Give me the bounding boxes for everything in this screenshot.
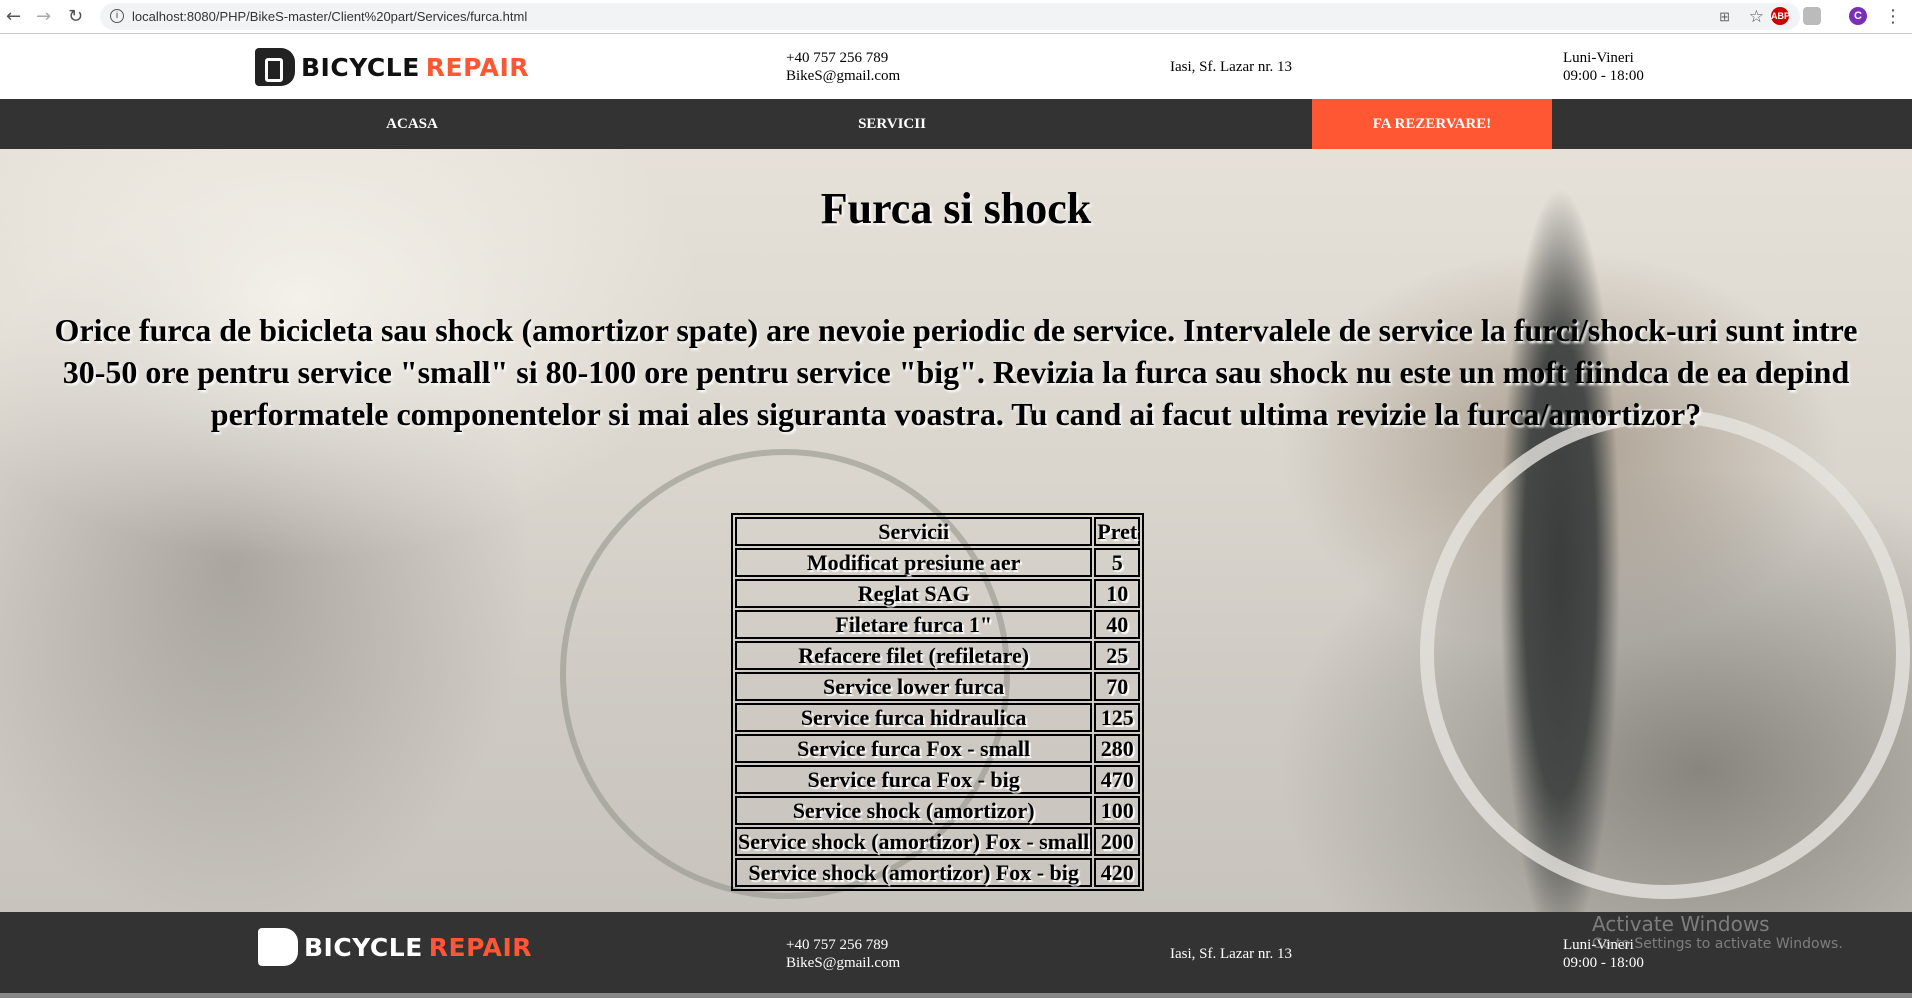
back-icon[interactable]: ← xyxy=(6,6,21,27)
phone: +40 757 256 789 xyxy=(786,50,889,66)
menu-icon[interactable]: ⋮ xyxy=(1884,6,1902,27)
service-price: 280 xyxy=(1094,734,1141,763)
background-wheel xyxy=(1420,409,1910,899)
days: Luni-Vineri xyxy=(1563,50,1634,66)
hours: 09:00 - 18:00 xyxy=(1563,68,1644,84)
url-text: localhost:8080/PHP/BikeS-master/Client%2… xyxy=(132,9,528,24)
info-icon[interactable]: i xyxy=(110,9,124,23)
email: BikeS@gmail.com xyxy=(786,955,901,971)
forward-icon[interactable]: → xyxy=(36,6,51,27)
table-row: Modificat presiune aer 5 xyxy=(735,548,1141,577)
email: BikeS@gmail.com xyxy=(786,68,901,84)
activation-watermark-title: Activate Windows xyxy=(1592,912,1770,936)
service-price: 125 xyxy=(1094,703,1141,732)
service-name: Service furca Fox - big xyxy=(735,765,1093,794)
table-row: Service shock (amortizor) 100 xyxy=(735,796,1141,825)
page-title: Furca si shock xyxy=(820,184,1092,233)
bookmark-star-icon[interactable]: ☆ xyxy=(1749,3,1764,30)
price-table: Servicii Pret Modificat presiune aer 5 Regl… xyxy=(731,513,1145,891)
service-price: 5 xyxy=(1094,548,1141,577)
site-header: BICYCLE REPAIR +40 757 256 789 BikeS@gmail… xyxy=(0,34,1912,99)
logo-word-2: REPAIR xyxy=(428,932,533,962)
table-row: Service shock (amortizor) Fox - big 420 xyxy=(735,858,1141,887)
table-row: Service furca Fox - small 280 xyxy=(735,734,1141,763)
footer-address: Iasi, Sf. Lazar nr. 13 xyxy=(1170,946,1293,962)
profile-avatar[interactable]: C xyxy=(1849,7,1867,25)
table-row: Service furca Fox - big 470 xyxy=(735,765,1141,794)
nav-acasa[interactable]: ACASA xyxy=(312,99,512,149)
table-header-row: Servicii Pret xyxy=(735,517,1141,546)
table-row: Reglat SAG 10 xyxy=(735,579,1141,608)
browser-toolbar: ← → ↻ i localhost:8080/PHP/BikeS-master/… xyxy=(0,0,1912,34)
service-price: 200 xyxy=(1094,827,1141,856)
table-row: Service shock (amortizor) Fox - small 200 xyxy=(735,827,1141,856)
header-servicii: Servicii xyxy=(735,517,1093,546)
service-name: Service shock (amortizor) Fox - small xyxy=(735,827,1093,856)
logo-word-1: BICYCLE xyxy=(304,932,423,962)
translate-icon[interactable]: ⊞ xyxy=(1719,3,1730,30)
service-name: Modificat presiune aer xyxy=(735,548,1093,577)
address: Iasi, Sf. Lazar nr. 13 xyxy=(1170,59,1293,75)
nav-servicii[interactable]: SERVICII xyxy=(792,99,992,149)
service-price: 420 xyxy=(1094,858,1141,887)
service-name: Reglat SAG xyxy=(735,579,1093,608)
service-name: Service shock (amortizor) xyxy=(735,796,1093,825)
service-name: Service shock (amortizor) Fox - big xyxy=(735,858,1093,887)
service-name: Service furca hidraulica xyxy=(735,703,1093,732)
phone: +40 757 256 789 xyxy=(786,937,889,953)
logo-word-1: BICYCLE xyxy=(301,52,420,82)
service-name: Refacere filet (refiletare) xyxy=(735,641,1093,670)
footer-logo[interactable]: BICYCLE REPAIR xyxy=(258,928,532,966)
service-price: 40 xyxy=(1094,610,1141,639)
footer-contact: +40 757 256 789 BikeS@gmail.com xyxy=(786,936,900,972)
service-name: Service furca Fox - small xyxy=(735,734,1093,763)
adblock-icon[interactable]: ABP xyxy=(1771,7,1790,25)
service-name: Service lower furca xyxy=(735,672,1093,701)
service-description: Orice furca de bicicleta sau shock (amor… xyxy=(54,312,1858,432)
extension-icon[interactable] xyxy=(1803,7,1821,25)
service-price: 470 xyxy=(1094,765,1141,794)
table-row: Filetare furca 1" 40 xyxy=(735,610,1141,639)
service-price: 100 xyxy=(1094,796,1141,825)
hours-info: Luni-Vineri 09:00 - 18:00 xyxy=(1563,49,1644,85)
logo[interactable]: BICYCLE REPAIR xyxy=(255,48,529,86)
hero-section: Furca si shock Orice furca de bicicleta … xyxy=(0,149,1912,912)
service-price: 25 xyxy=(1094,641,1141,670)
address-bar[interactable]: i localhost:8080/PHP/BikeS-master/Client… xyxy=(100,3,1800,30)
table-row: Service furca hidraulica 125 xyxy=(735,703,1141,732)
service-price: 10 xyxy=(1094,579,1141,608)
logo-word-2: REPAIR xyxy=(425,52,530,82)
table-row: Service lower furca 70 xyxy=(735,672,1141,701)
wrench-fist-icon xyxy=(258,928,298,966)
header-pret: Pret xyxy=(1094,517,1141,546)
table-row: Refacere filet (refiletare) 25 xyxy=(735,641,1141,670)
reservation-button[interactable]: FA REZERVARE! xyxy=(1312,99,1552,149)
activation-watermark-subtitle: Go to Settings to activate Windows. xyxy=(1592,936,1843,952)
wrench-fist-icon xyxy=(255,48,295,86)
service-name: Filetare furca 1" xyxy=(735,610,1093,639)
bottom-bar xyxy=(0,993,1912,998)
main-nav: ACASA SERVICII FA REZERVARE! xyxy=(0,99,1912,149)
contact-info: +40 757 256 789 BikeS@gmail.com xyxy=(786,49,900,85)
service-price: 70 xyxy=(1094,672,1141,701)
reload-icon[interactable]: ↻ xyxy=(68,6,83,27)
hours: 09:00 - 18:00 xyxy=(1563,955,1644,971)
